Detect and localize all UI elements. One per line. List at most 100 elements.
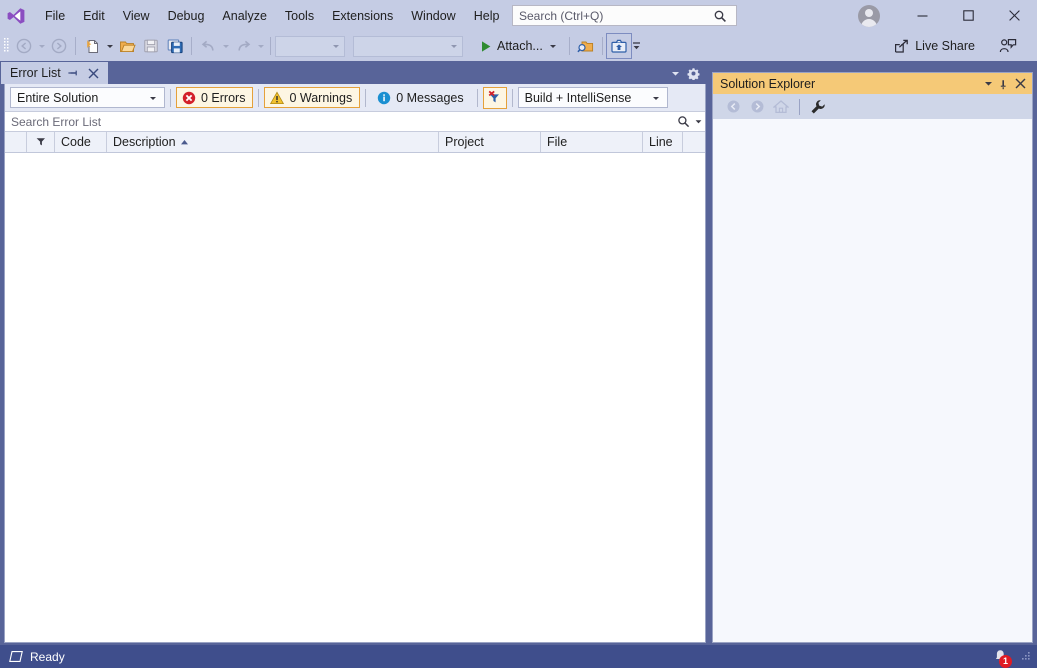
clear-filter-button[interactable] <box>482 86 507 109</box>
messages-toggle-button[interactable]: 0 Messages <box>371 87 471 108</box>
error-list-search-box[interactable] <box>5 111 705 132</box>
toolbar-separator-5 <box>601 37 603 55</box>
search-input[interactable] <box>513 7 709 24</box>
home-icon <box>773 99 789 114</box>
menu-item-edit[interactable]: Edit <box>74 5 114 27</box>
gear-icon[interactable] <box>685 64 701 82</box>
error-list-search-input[interactable] <box>5 113 674 130</box>
errors-toggle-button[interactable]: 0 Errors <box>176 87 254 108</box>
maximize-button[interactable] <box>945 0 991 31</box>
chevron-down-icon[interactable] <box>980 75 996 92</box>
build-filter-value: Build + IntelliSense <box>524 90 632 105</box>
attach-button[interactable]: Attach... <box>473 34 565 58</box>
chevron-down-icon <box>451 45 457 48</box>
scope-filter-combo[interactable]: Entire Solution <box>10 87 165 108</box>
pin-icon[interactable] <box>67 66 81 80</box>
attach-dropdown-icon[interactable] <box>543 42 563 50</box>
menu-label: Window <box>411 8 456 23</box>
new-file-dropdown[interactable] <box>104 42 115 50</box>
error-icon <box>182 91 196 105</box>
save-button[interactable] <box>139 34 163 58</box>
menu-item-window[interactable]: Window <box>402 5 464 27</box>
navigate-back-dropdown[interactable] <box>36 42 47 50</box>
messages-count-label: 0 Messages <box>396 90 464 105</box>
error-list-toolbar: Entire Solution 0 Errors 0 Warnings 0 Me… <box>5 84 705 111</box>
menu-item-view[interactable]: View <box>114 5 159 27</box>
navigate-backward-button[interactable] <box>12 34 36 58</box>
menu-item-analyze[interactable]: Analyze <box>213 5 275 27</box>
feedback-button[interactable] <box>995 34 1021 58</box>
resize-grip-icon[interactable] <box>1019 651 1031 663</box>
standard-toolbar: Attach... Live Share <box>0 31 1037 61</box>
build-filter-combo[interactable]: Build + IntelliSense <box>517 87 668 108</box>
menu-label: Extensions <box>332 8 394 23</box>
error-list-separator-5 <box>511 88 513 107</box>
column-header-description[interactable]: Description <box>107 132 439 152</box>
avatar-head <box>865 9 873 17</box>
column-header-line[interactable]: Line <box>643 132 683 152</box>
navigate-forward-button[interactable] <box>47 34 71 58</box>
visual-studio-logo-icon <box>0 0 32 31</box>
sort-ascending-icon <box>180 138 189 147</box>
column-header-blank[interactable] <box>5 132 27 152</box>
redo-button[interactable] <box>231 34 255 58</box>
forward-icon <box>750 99 765 114</box>
redo-dropdown[interactable] <box>255 42 266 50</box>
open-file-button[interactable] <box>115 34 139 58</box>
solution-explorer-properties-button[interactable] <box>807 96 829 117</box>
warnings-toggle-button[interactable]: 0 Warnings <box>264 87 361 108</box>
solution-explorer-home-button[interactable] <box>770 96 792 117</box>
menu-label: View <box>122 8 150 23</box>
notifications-button[interactable]: 1 <box>989 647 1012 668</box>
search-icon[interactable] <box>709 9 731 23</box>
column-header-label: Code <box>61 135 91 149</box>
chevron-down-icon[interactable] <box>667 64 683 82</box>
column-header-file[interactable]: File <box>541 132 643 152</box>
menu-item-file[interactable]: File <box>36 5 74 27</box>
menu-label: Edit <box>83 8 105 23</box>
close-icon[interactable] <box>1012 75 1028 92</box>
solution-explorer-back-button[interactable] <box>722 96 744 117</box>
solution-explorer-titlebar[interactable]: Solution Explorer <box>713 73 1032 94</box>
toolbar-separator-2 <box>191 37 192 55</box>
warnings-count-label: 0 Warnings <box>289 90 353 105</box>
column-header-project[interactable]: Project <box>439 132 541 152</box>
solution-explorer-title: Solution Explorer <box>720 76 816 91</box>
toolbar-overflow-button[interactable] <box>631 40 642 52</box>
undo-button[interactable] <box>196 34 220 58</box>
solution-explorer-forward-button[interactable] <box>746 96 768 117</box>
close-button[interactable] <box>991 0 1037 31</box>
column-header-severity[interactable] <box>27 132 55 152</box>
solution-explorer-tree[interactable] <box>713 119 1032 642</box>
account-avatar[interactable] <box>858 5 880 27</box>
close-icon[interactable] <box>87 66 101 80</box>
search-icon[interactable] <box>674 115 692 128</box>
global-search-box[interactable] <box>512 5 737 26</box>
solution-explorer-panel: Solution Explorer <box>712 72 1033 643</box>
avatar-body <box>861 19 877 27</box>
live-share-button[interactable]: Live Share <box>890 34 979 58</box>
menu-item-extensions[interactable]: Extensions <box>323 5 402 27</box>
search-folder-button[interactable] <box>574 34 598 58</box>
column-header-code[interactable]: Code <box>55 132 107 152</box>
solution-configuration-combo[interactable] <box>275 35 345 57</box>
pin-icon[interactable] <box>996 75 1012 92</box>
snapshot-button[interactable] <box>605 33 632 59</box>
save-all-button[interactable] <box>163 34 187 58</box>
new-file-button[interactable] <box>80 34 104 58</box>
tab-error-list[interactable]: Error List <box>1 62 108 84</box>
undo-dropdown[interactable] <box>220 42 231 50</box>
minimize-button[interactable] <box>899 0 945 31</box>
share-icon <box>894 39 910 54</box>
status-bar-left: Ready <box>0 650 65 664</box>
solution-explorer-toolbar <box>713 94 1032 119</box>
menu-item-debug[interactable]: Debug <box>159 5 214 27</box>
menu-item-help[interactable]: Help <box>465 5 509 27</box>
chevron-down-icon <box>649 94 663 102</box>
search-options-dropdown-icon[interactable] <box>692 118 705 125</box>
solution-platform-combo[interactable] <box>353 35 463 57</box>
error-list-rows[interactable] <box>5 153 705 642</box>
toolbar-separator-4 <box>568 37 570 55</box>
menu-item-tools[interactable]: Tools <box>276 5 323 27</box>
toolbar-grip[interactable] <box>0 36 12 56</box>
